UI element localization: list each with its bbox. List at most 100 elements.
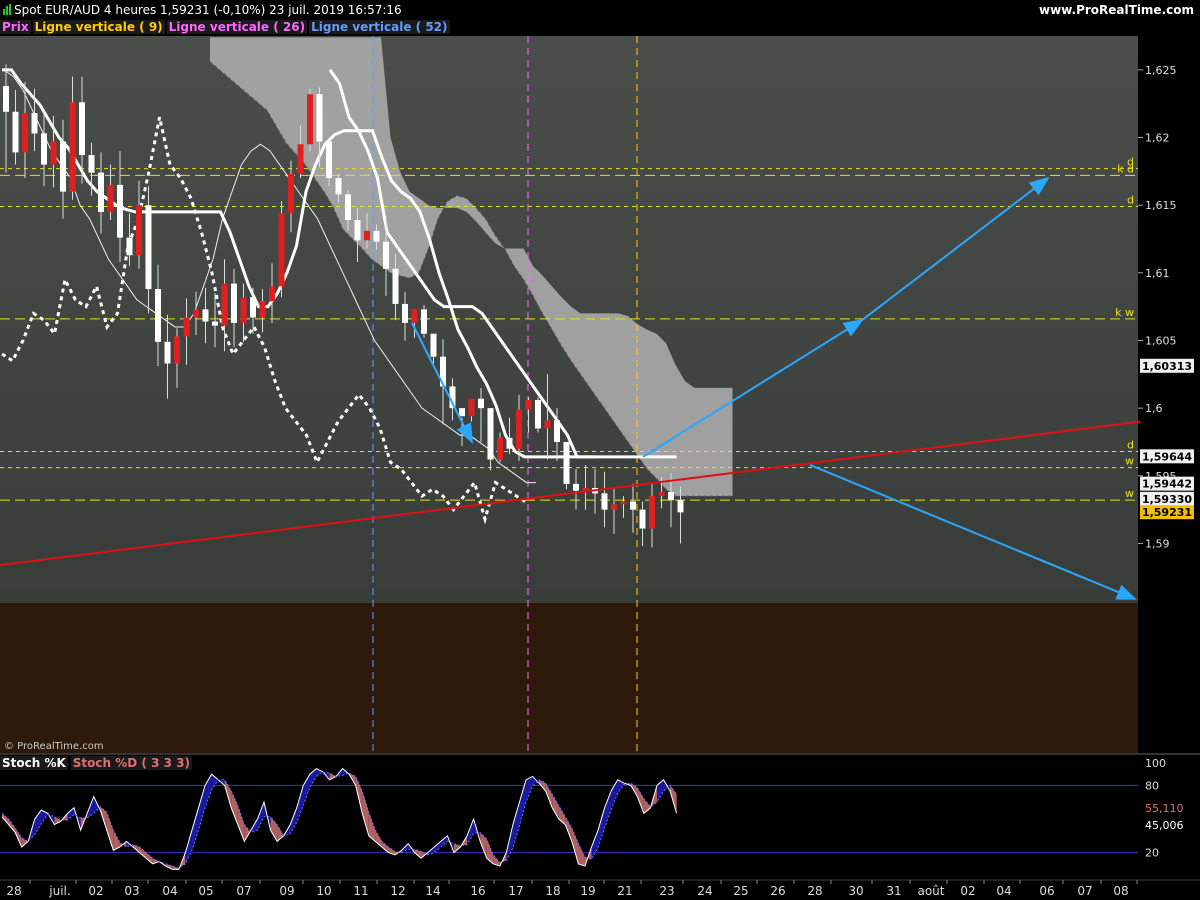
date-label: 05 [198, 884, 213, 898]
date-label: 14 [425, 884, 440, 898]
candle-body [145, 205, 152, 290]
candle-body [60, 141, 66, 192]
date-label: 23 [659, 884, 674, 898]
candle-body [335, 178, 342, 195]
legend-stoch-d[interactable]: Stoch %D ( 3 3 3) [70, 756, 192, 770]
candle-body [221, 283, 228, 326]
price-tick-label: 1,59 [1145, 537, 1170, 550]
candle-body [50, 141, 57, 165]
date-label: août [917, 884, 944, 898]
candle-body [354, 220, 361, 241]
candle-body [535, 400, 541, 429]
date-label: 02 [88, 884, 103, 898]
price-label: 1,59644 [1142, 450, 1192, 463]
candle-body [202, 309, 209, 322]
candle-body [525, 400, 532, 410]
candle-body [516, 409, 522, 449]
guide-label: k w [1115, 306, 1134, 319]
price-tick-label: 1,625 [1145, 64, 1177, 77]
osc-value-d: 55,110 [1145, 802, 1184, 815]
candle-body [250, 297, 256, 318]
date-label: 07 [236, 884, 251, 898]
candle-body [269, 286, 275, 302]
candle-body [573, 483, 579, 491]
date-label: 30 [848, 884, 863, 898]
candle-body [620, 501, 627, 505]
candle-body [79, 102, 85, 156]
date-axis: 28 juil. 02 03 04 05 07 09 10 11 12 14 16 17 18 19 21 23 2… [6, 880, 1138, 898]
price-tick-label: 1,6 [1145, 402, 1163, 415]
price-label: 1,59330 [1142, 493, 1192, 506]
candle-body [193, 309, 199, 318]
price-label: 1,59231 [1142, 506, 1192, 519]
candle-body [421, 309, 427, 334]
candle-body [22, 113, 28, 153]
candle-body [164, 341, 171, 364]
candle-body [240, 297, 247, 323]
candle-body [88, 155, 95, 173]
candle-body [3, 86, 9, 112]
candle-body [563, 441, 570, 484]
oscillator-legend: Stoch %K Stoch %D ( 3 3 3) [0, 756, 195, 770]
osc-tick-label: 20 [1145, 847, 1159, 860]
candle-body [601, 493, 608, 510]
candle-body [497, 437, 503, 460]
date-label: 04 [996, 884, 1011, 898]
candle-body [31, 113, 38, 134]
date-label: 31 [886, 884, 901, 898]
price-label: 1,59442 [1142, 478, 1192, 491]
candle-body [212, 321, 218, 326]
candle-body [136, 205, 142, 256]
candle-body [430, 333, 437, 357]
candle-body [12, 111, 19, 153]
candle-body [278, 213, 285, 287]
date-label: 24 [697, 884, 712, 898]
candle-body [658, 492, 665, 497]
oscillator-panel-bg [0, 755, 1138, 880]
date-label: juil. [48, 884, 70, 898]
date-label: 16 [470, 884, 485, 898]
candle-body [41, 133, 47, 165]
date-label: 03 [124, 884, 139, 898]
candle-body [506, 437, 513, 449]
chart-root: Spot EUR/AUD 4 heures 1,59231 (-0,10%) 2… [0, 0, 1200, 900]
date-label: 28 [807, 884, 822, 898]
candle-body [297, 144, 304, 175]
candle-body [231, 283, 237, 323]
candle-body [478, 398, 484, 409]
date-label: 04 [162, 884, 177, 898]
candle-body [155, 289, 161, 342]
osc-value-k: 45,006 [1145, 819, 1184, 832]
guide-label: k d [1117, 162, 1134, 175]
osc-tick-label: 100 [1145, 757, 1166, 770]
candle-body [259, 301, 266, 318]
candle-body [554, 420, 560, 442]
candle-body [316, 94, 323, 142]
candle-body [544, 420, 551, 429]
candle-body [668, 492, 674, 501]
candle-body [174, 336, 180, 364]
candle-body [677, 500, 684, 513]
date-label: 21 [617, 884, 632, 898]
candle-body [611, 504, 617, 510]
price-label: 1,60313 [1142, 360, 1192, 373]
candle-body [411, 309, 418, 323]
date-label: 08 [1113, 884, 1128, 898]
date-label: 26 [770, 884, 785, 898]
candle-body [383, 241, 389, 269]
candle-body [639, 509, 646, 529]
date-label: 02 [960, 884, 975, 898]
guide-label: d [1127, 194, 1134, 207]
candle-body [326, 141, 332, 179]
date-label: 19 [580, 884, 595, 898]
legend-stoch-k[interactable]: Stoch %K [0, 756, 68, 770]
candle-body [288, 174, 294, 214]
date-label: 11 [353, 884, 368, 898]
price-tick-label: 1,615 [1145, 199, 1177, 212]
date-label: 28 [6, 884, 21, 898]
candle-body [345, 194, 351, 221]
date-label: 06 [1039, 884, 1054, 898]
candle-body [649, 496, 655, 529]
candle-body [392, 268, 399, 304]
date-label: 17 [508, 884, 523, 898]
